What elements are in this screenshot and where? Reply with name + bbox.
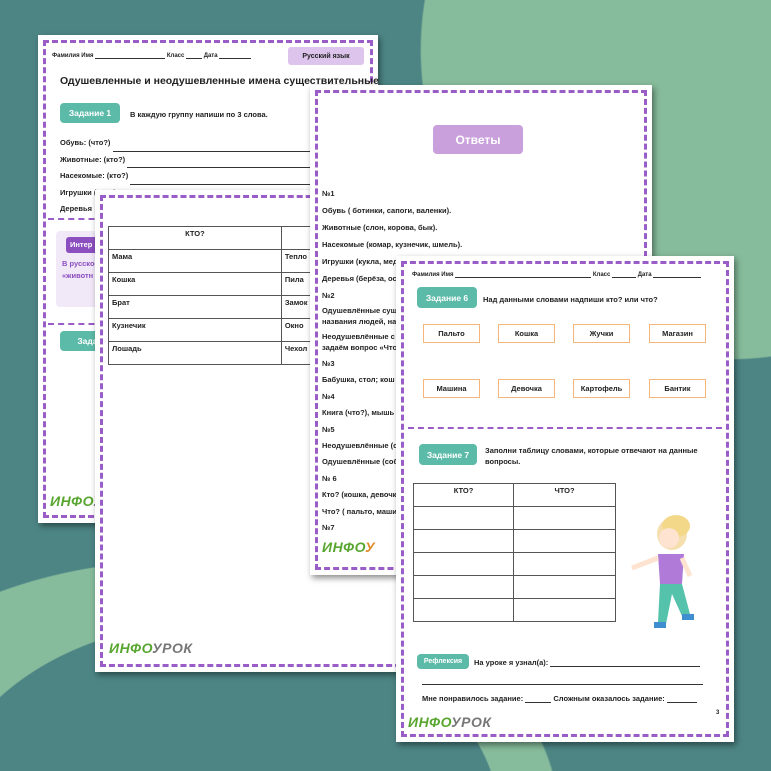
- task-badge: Задание 7: [419, 444, 477, 465]
- word-box: Жучки: [573, 324, 630, 343]
- answer-line: №4: [322, 392, 335, 401]
- infourok-logo: ИНФОУРОК: [408, 714, 492, 730]
- row-label: Обувь: (что?): [60, 138, 111, 147]
- answer-line: Книга (что?), мышь: [322, 408, 395, 417]
- date-label: Дата: [637, 272, 652, 278]
- table-cell[interactable]: [412, 575, 515, 599]
- word-box: Магазин: [649, 324, 706, 343]
- answer-line: Одушевлённые сущ: [322, 306, 397, 315]
- class-label: Класс: [592, 272, 611, 278]
- table-cell[interactable]: [412, 598, 515, 622]
- liked-label: Мне понравилось задание:: [422, 694, 524, 703]
- answer-line: Обувь ( ботинки, сапоги, валенки).: [322, 206, 452, 215]
- task-text: Над данными словами надпиши кто? или что…: [483, 295, 658, 304]
- table-cell: Мама: [108, 249, 282, 273]
- task-text: В каждую группу напиши по 3 слова.: [130, 110, 268, 119]
- name-label: Фамилия Имя: [412, 272, 454, 278]
- info-text: «животн: [62, 271, 94, 280]
- answer-line: задаём вопрос «Что: [322, 343, 398, 352]
- table-cell[interactable]: [412, 529, 515, 553]
- learned-label: На уроке я узнал(а):: [474, 658, 549, 667]
- girl-illustration: [631, 515, 694, 628]
- row-label: Деревья: [60, 204, 92, 213]
- task-text: вопросы.: [485, 457, 521, 466]
- answer-line: №1: [322, 189, 335, 198]
- date-label: Дата: [203, 53, 218, 59]
- answer-line: №3: [322, 359, 335, 368]
- class-label: Класс: [166, 53, 185, 59]
- answer-line: Деревья (берёза, ос: [322, 274, 397, 283]
- name-label: Фамилия Имя: [52, 53, 94, 59]
- word-box: Девочка: [498, 379, 555, 398]
- word-box: Бантик: [649, 379, 706, 398]
- col-header: ЧТО?: [513, 483, 616, 507]
- table-cell[interactable]: [513, 506, 616, 530]
- worksheet-page-3: Фамилия Имя Класс Дата Задание 6 Над дан…: [396, 256, 734, 742]
- col-header: КТО?: [412, 483, 515, 507]
- answer-line: Животные (слон, корова, бык).: [322, 223, 438, 232]
- task-badge: Задание 1: [60, 103, 120, 123]
- table-cell: Кузнечик: [108, 318, 282, 342]
- answer-line: Что? ( пальто, маши: [322, 507, 397, 516]
- table-cell: Лошадь: [108, 341, 282, 365]
- word-box: Картофель: [573, 379, 630, 398]
- answer-line: Неодушевлённые (с: [322, 441, 398, 450]
- table-cell[interactable]: [412, 552, 515, 576]
- answer-line: № 6: [322, 474, 337, 483]
- answer-line: №5: [322, 425, 335, 434]
- subject-badge: Русский язык: [288, 47, 364, 65]
- answers-title: Ответы: [433, 125, 523, 154]
- table-cell: Брат: [108, 295, 282, 319]
- table-cell[interactable]: [513, 529, 616, 553]
- answer-line[interactable]: [422, 677, 703, 685]
- answer-line: №2: [322, 291, 335, 300]
- info-text: В русско: [62, 259, 95, 268]
- table-cell[interactable]: [513, 598, 616, 622]
- answer-line: №7: [322, 523, 335, 532]
- answer-line: Игрушки (кукла, мед: [322, 257, 398, 266]
- answer-line: названия людей, на: [322, 317, 397, 326]
- table-cell[interactable]: [513, 552, 616, 576]
- table-cell: Кошка: [108, 272, 282, 296]
- word-box: Кошка: [498, 324, 555, 343]
- col-header: КТО?: [108, 226, 282, 250]
- answer-line: Неодушевлённые с: [322, 332, 395, 341]
- fill-table: КТО? ЧТО?: [412, 483, 616, 622]
- row-label: Насекомые: (кто?): [60, 171, 129, 180]
- task-text: Заполни таблицу словами, которые отвечаю…: [485, 446, 698, 455]
- answer-line: Бабушка, стол; кош: [322, 375, 395, 384]
- answer-line: Одушевлённые (соб: [322, 457, 399, 466]
- reflection-badge: Рефлексия: [417, 654, 469, 669]
- word-box: Пальто: [423, 324, 480, 343]
- hard-label: Сложным оказалось задание:: [553, 694, 665, 703]
- answer-line: Кто? (кошка, девочк: [322, 490, 397, 499]
- answer-line: Насекомые (комар, кузнечик, шмель).: [322, 240, 463, 249]
- infourok-logo: ИНФОУРОК: [109, 640, 193, 656]
- page-number: 3: [716, 710, 720, 716]
- row-label: Животные: (кто?): [60, 154, 126, 164]
- word-box: Машина: [423, 379, 480, 398]
- table-cell[interactable]: [513, 575, 616, 599]
- task-badge: Задание 6: [417, 287, 477, 308]
- infourok-logo: ИНФОУ: [322, 539, 376, 555]
- table-cell[interactable]: [412, 506, 515, 530]
